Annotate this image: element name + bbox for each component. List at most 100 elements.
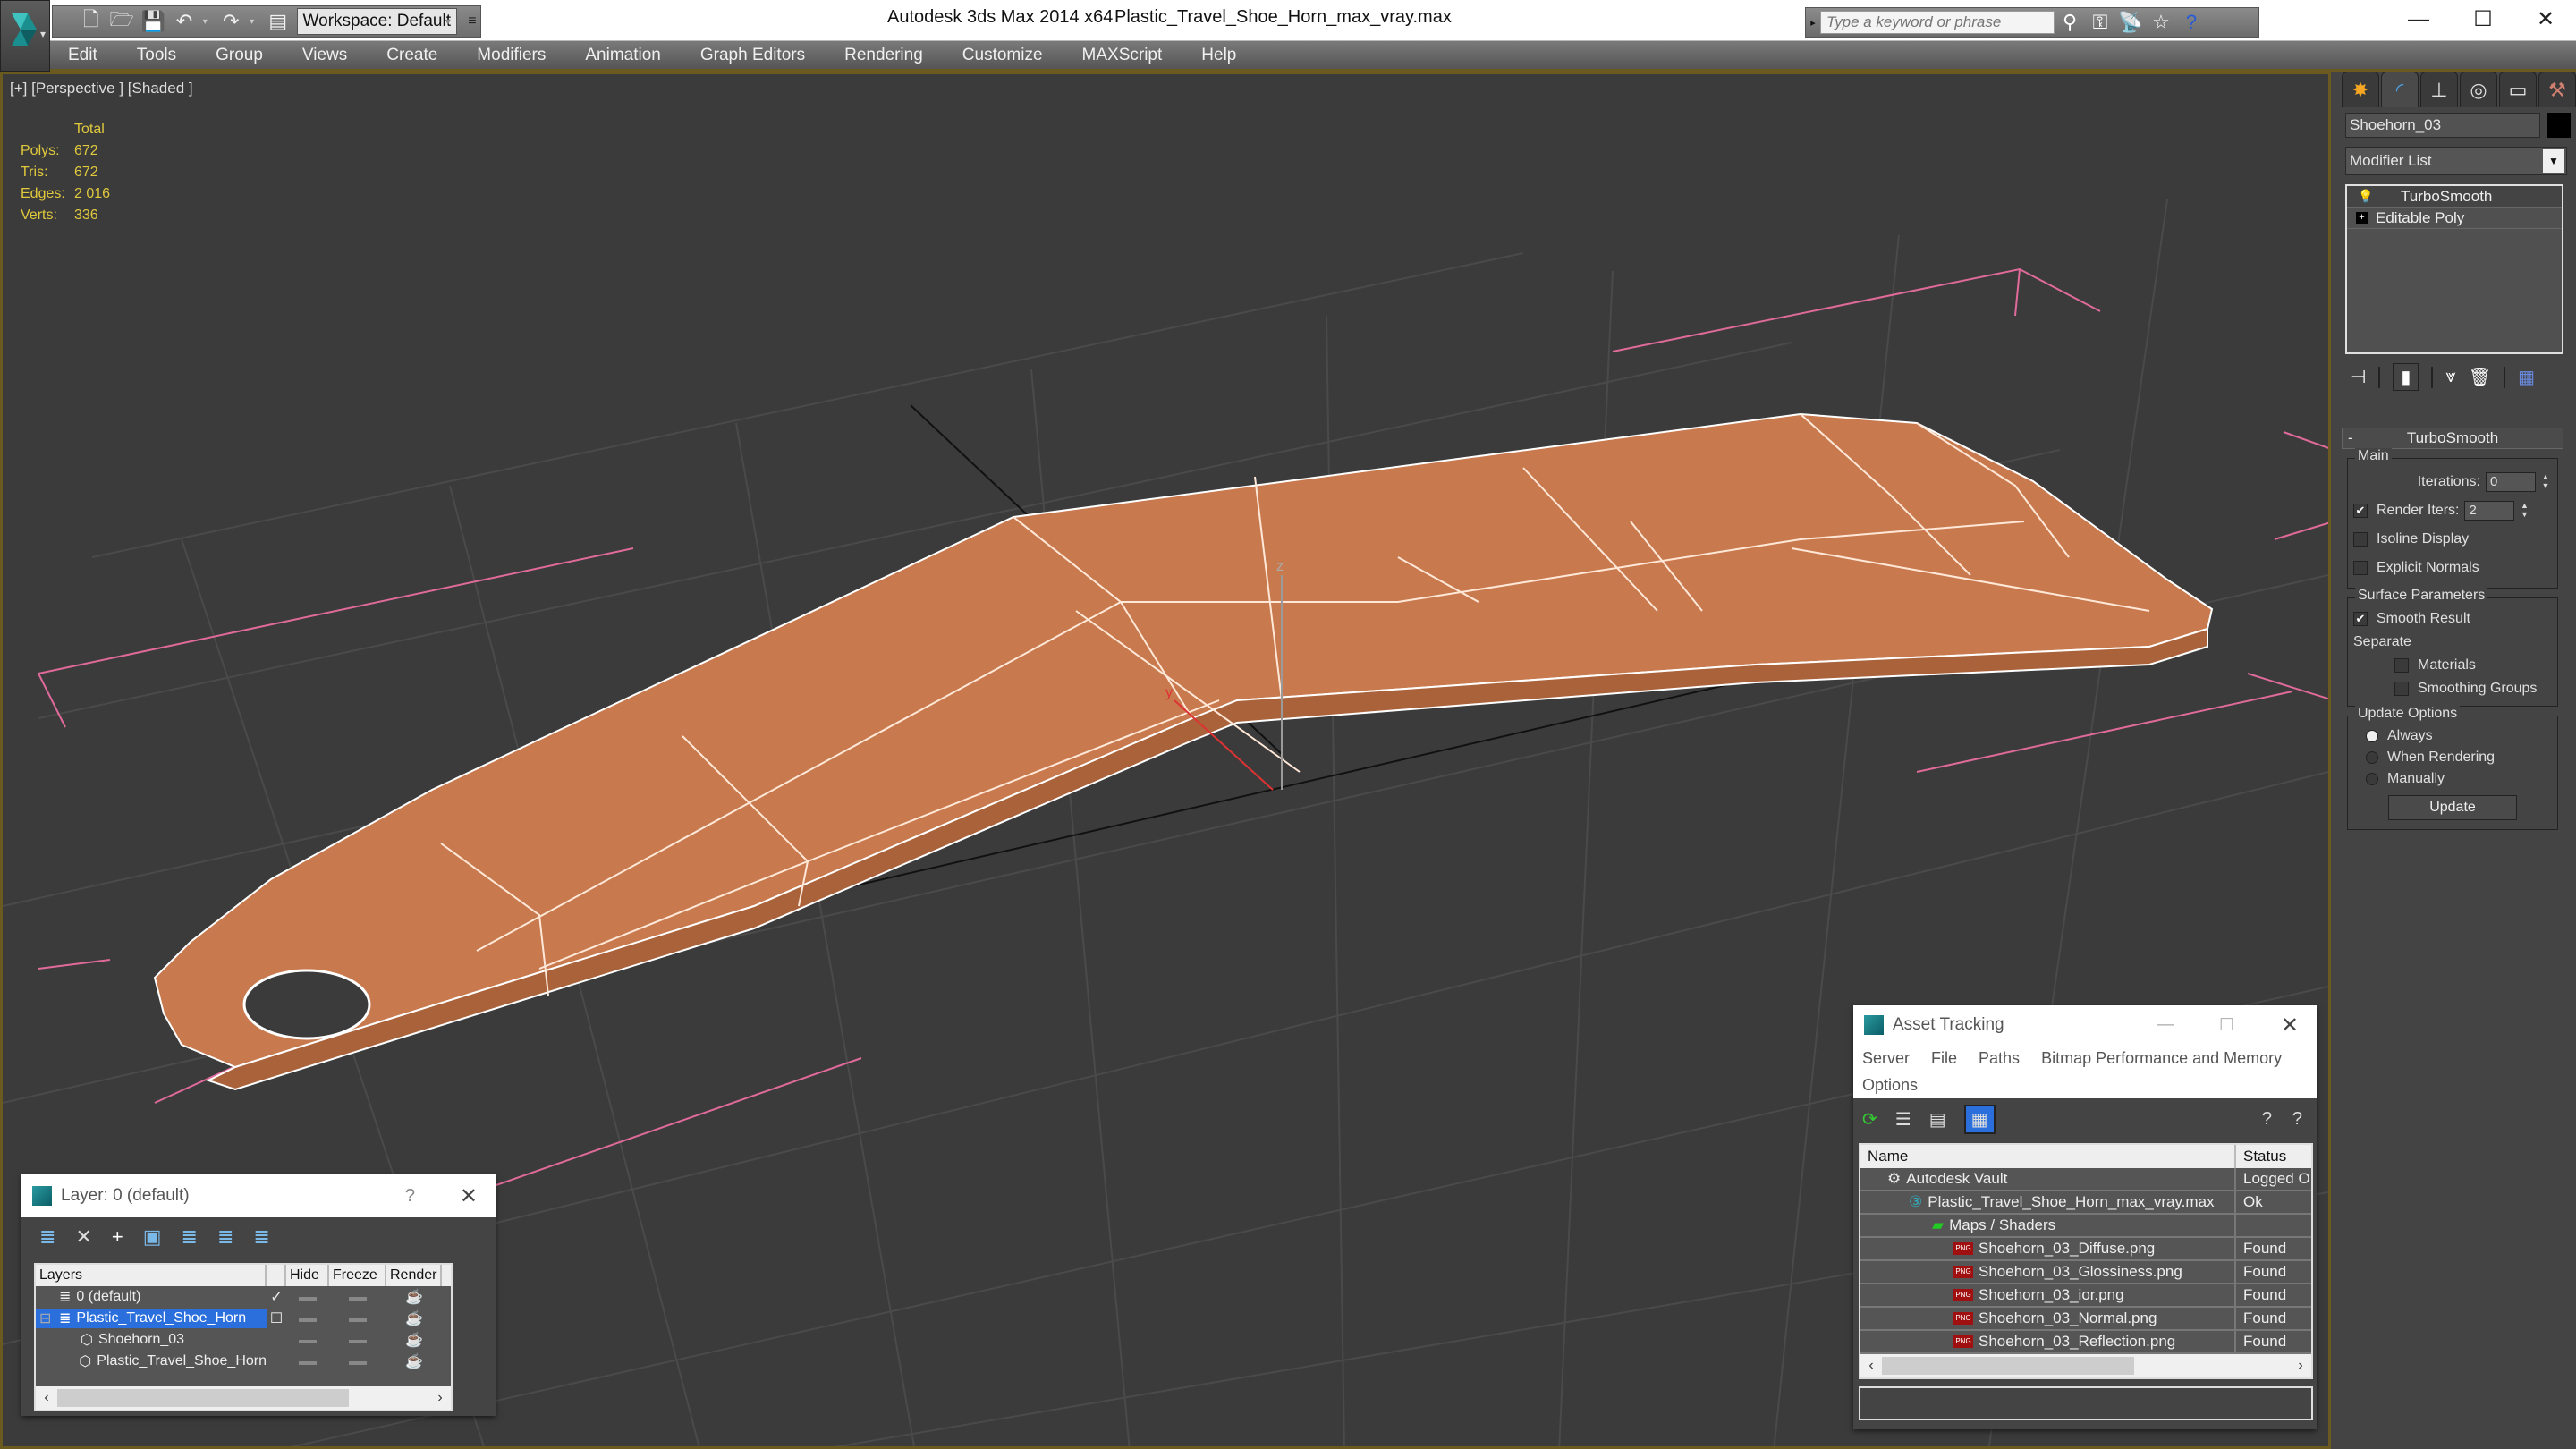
minimize-button[interactable]: — xyxy=(2157,1015,2174,1035)
asset-row[interactable]: PNG Shoehorn_03_Reflection.png Found xyxy=(1860,1331,2311,1354)
scroll-right-icon[interactable]: › xyxy=(429,1390,451,1406)
stack-item-editable-poly[interactable]: + Editable Poly xyxy=(2347,208,2562,229)
create-layer-icon[interactable]: ≣ xyxy=(39,1225,55,1249)
menu-animation[interactable]: Animation xyxy=(585,46,661,65)
configure-modifier-sets-icon[interactable]: ▦ xyxy=(2518,366,2535,388)
col-freeze[interactable]: Freeze xyxy=(329,1265,386,1286)
menu-group[interactable]: Group xyxy=(216,46,263,65)
delete-layer-icon[interactable]: ✕ xyxy=(75,1225,91,1249)
viewport-label[interactable]: [+] [Perspective ] [Shaded ] xyxy=(10,80,193,97)
make-unique-icon[interactable]: ⩔ xyxy=(2445,367,2455,387)
hide-toggle[interactable] xyxy=(299,1318,317,1322)
collapse-icon[interactable]: ⊟ xyxy=(36,1309,59,1327)
undo-icon[interactable]: ↶ xyxy=(173,9,196,34)
explicit-normals-checkbox[interactable] xyxy=(2353,561,2368,575)
hide-toggle[interactable] xyxy=(299,1361,317,1365)
create-tab[interactable]: ✸ xyxy=(2342,72,2379,107)
menu-views[interactable]: Views xyxy=(302,46,347,65)
undo-dropdown-icon[interactable]: ▾ xyxy=(203,17,213,27)
maximize-button[interactable]: ☐ xyxy=(2456,4,2510,36)
menu-paths[interactable]: Paths xyxy=(1979,1049,2020,1068)
manually-radio[interactable] xyxy=(2366,773,2378,785)
when-rendering-radio[interactable] xyxy=(2366,751,2378,764)
spinner-arrows-icon[interactable]: ▲ ▼ xyxy=(2518,501,2530,521)
scrollbar-thumb[interactable] xyxy=(1882,1357,2134,1375)
remove-modifier-icon[interactable]: 🗑 xyxy=(2469,366,2491,388)
motion-tab[interactable]: ◎ xyxy=(2460,72,2497,107)
menu-edit[interactable]: Edit xyxy=(68,46,97,65)
display-tab[interactable]: ▭ xyxy=(2499,72,2537,107)
render-iters-checkbox[interactable]: ✔ xyxy=(2353,504,2368,518)
col-name[interactable]: Name xyxy=(1860,1145,2236,1168)
render-iters-spinner[interactable]: 2 xyxy=(2464,501,2515,521)
asset-row[interactable]: PNG Shoehorn_03_Diffuse.png Found xyxy=(1860,1238,2311,1261)
spinner-arrows-icon[interactable]: ▲ ▼ xyxy=(2539,472,2552,492)
col-render[interactable]: Render xyxy=(386,1265,442,1286)
hide-toggle[interactable] xyxy=(299,1297,317,1301)
menu-options[interactable]: Options xyxy=(1862,1076,1918,1095)
layer-row[interactable]: ⊟ ≣ Plastic_Travel_Shoe_Horn ☐ ☕ xyxy=(36,1308,451,1329)
stack-item-turbosmooth[interactable]: 💡 TurboSmooth xyxy=(2347,186,2562,208)
object-name-field[interactable]: Shoehorn_03 xyxy=(2345,113,2540,138)
freeze-toggle[interactable] xyxy=(349,1361,367,1365)
horizontal-scrollbar[interactable]: ‹ › xyxy=(1860,1354,2311,1377)
select-layer-icon[interactable]: ≣ xyxy=(182,1225,198,1249)
hide-toggle[interactable] xyxy=(299,1340,317,1343)
highlight-layer-icon[interactable]: ≣ xyxy=(217,1225,233,1249)
add-to-layer-icon[interactable]: + xyxy=(112,1225,123,1249)
active-layer-check[interactable]: ☐ xyxy=(267,1309,286,1327)
keyword-search-input[interactable] xyxy=(1820,11,2055,34)
help-button[interactable]: ? xyxy=(405,1186,415,1207)
iterations-spinner[interactable]: 0 xyxy=(2486,472,2536,492)
help-icon[interactable]: ? xyxy=(2176,11,2207,34)
maximize-button[interactable]: ☐ xyxy=(2219,1015,2234,1036)
col-hide[interactable]: Hide xyxy=(286,1265,329,1286)
horizontal-scrollbar[interactable]: ‹ › xyxy=(36,1386,451,1410)
redo-dropdown-icon[interactable]: ▾ xyxy=(250,17,259,27)
list-view-icon[interactable]: ☰ xyxy=(1895,1108,1911,1131)
vault-help-icon[interactable]: ? xyxy=(2262,1109,2272,1130)
layer-row[interactable]: ≣ 0 (default) ✓ ☕ xyxy=(36,1286,451,1308)
menu-customize[interactable]: Customize xyxy=(962,46,1043,65)
menu-create[interactable]: Create xyxy=(386,46,437,65)
update-button[interactable]: Update xyxy=(2388,795,2517,820)
satellite-icon[interactable]: 📡 xyxy=(2115,11,2146,34)
scroll-left-icon[interactable]: ‹ xyxy=(36,1390,57,1406)
materials-checkbox[interactable] xyxy=(2394,658,2409,673)
customize-toolbar-icon[interactable]: ≡ xyxy=(464,8,480,35)
close-button[interactable]: ✕ xyxy=(460,1183,478,1209)
object-color-swatch[interactable] xyxy=(2547,113,2571,138)
modifier-list-dropdown[interactable]: Modifier List ▼ xyxy=(2345,147,2567,175)
asset-row[interactable]: ⚙ Autodesk Vault Logged O xyxy=(1860,1168,2311,1191)
help-icon[interactable]: ? xyxy=(2292,1109,2302,1130)
expand-arrow-icon[interactable]: ▸ xyxy=(1806,17,1820,29)
active-layer-check[interactable]: ✓ xyxy=(267,1288,286,1306)
smooth-result-checkbox[interactable]: ✔ xyxy=(2353,612,2368,626)
key-icon[interactable]: ⚿ xyxy=(2085,11,2115,34)
asset-row[interactable]: PNG Shoehorn_03_ior.png Found xyxy=(1860,1284,2311,1308)
pin-stack-icon[interactable]: ⊣ xyxy=(2351,366,2366,388)
smoothing-groups-checkbox[interactable] xyxy=(2394,682,2409,696)
select-objects-icon[interactable]: ▣ xyxy=(143,1225,162,1249)
close-button[interactable]: ✕ xyxy=(2281,1013,2299,1038)
scrollbar-thumb[interactable] xyxy=(57,1389,349,1407)
star-icon[interactable]: ☆ xyxy=(2146,11,2176,34)
render-teapot-icon[interactable]: ☕ xyxy=(386,1309,442,1327)
menu-help[interactable]: Help xyxy=(1201,46,1236,65)
scroll-right-icon[interactable]: › xyxy=(2290,1358,2311,1374)
hierarchy-tab[interactable]: ⊥ xyxy=(2420,72,2458,107)
table-view-icon[interactable]: ▦ xyxy=(1963,1104,1996,1134)
isoline-display-checkbox[interactable] xyxy=(2353,532,2368,547)
render-teapot-icon[interactable]: ☕ xyxy=(386,1352,442,1370)
menu-bitmap-performance[interactable]: Bitmap Performance and Memory xyxy=(2041,1049,2282,1068)
menu-server[interactable]: Server xyxy=(1862,1049,1910,1068)
freeze-toggle[interactable] xyxy=(349,1340,367,1343)
asset-row[interactable]: PNG Shoehorn_03_Normal.png Found xyxy=(1860,1308,2311,1331)
menu-maxscript[interactable]: MAXScript xyxy=(1082,46,1163,65)
tree-view-icon[interactable]: ▤ xyxy=(1929,1108,1946,1131)
render-teapot-icon[interactable]: ☕ xyxy=(386,1331,442,1349)
menu-modifiers[interactable]: Modifiers xyxy=(477,46,546,65)
binoculars-icon[interactable]: ⚲ xyxy=(2055,11,2085,34)
project-folder-icon[interactable]: ▤ xyxy=(267,9,290,34)
utilities-tab[interactable]: ⚒ xyxy=(2538,72,2576,107)
